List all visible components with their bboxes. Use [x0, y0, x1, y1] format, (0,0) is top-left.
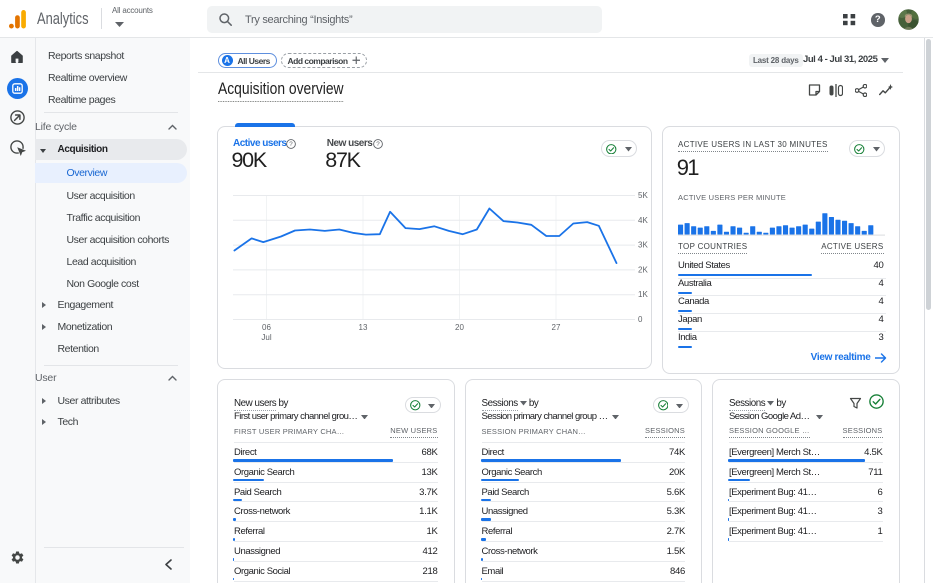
svg-text:0: 0: [638, 315, 643, 324]
svg-text:20: 20: [455, 323, 464, 332]
svg-text:06: 06: [262, 323, 271, 332]
svg-text:27: 27: [552, 323, 561, 332]
svg-text:3K: 3K: [638, 240, 648, 249]
svg-text:5K: 5K: [638, 191, 648, 200]
svg-text:13: 13: [359, 323, 368, 332]
svg-text:2K: 2K: [638, 265, 648, 274]
svg-text:Jul: Jul: [261, 333, 271, 342]
svg-text:4K: 4K: [638, 215, 648, 224]
svg-text:1K: 1K: [638, 290, 648, 299]
svg-text:?: ?: [289, 141, 293, 148]
svg-text:?: ?: [376, 141, 380, 148]
